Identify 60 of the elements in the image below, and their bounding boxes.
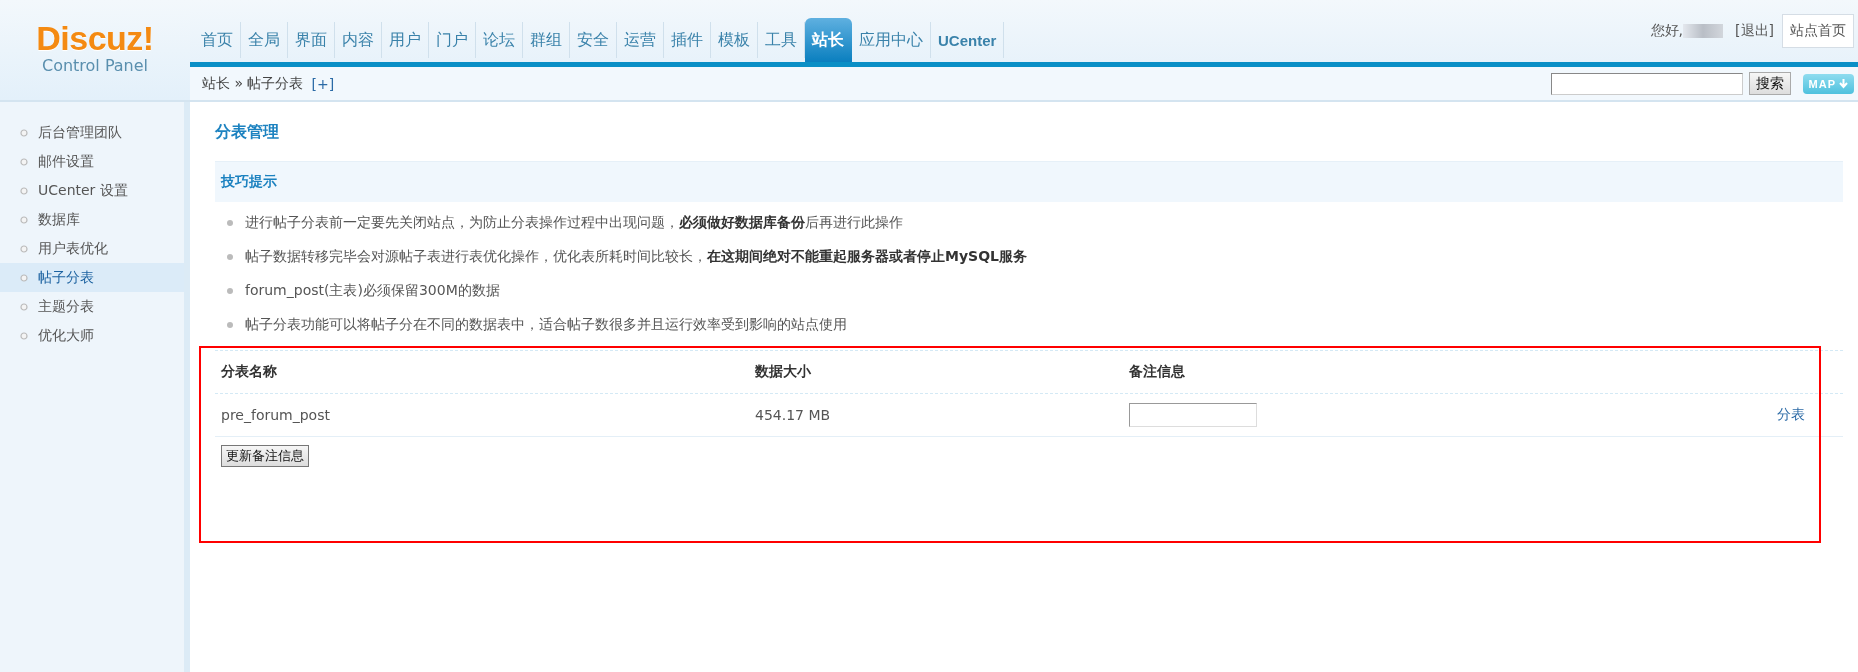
column-header: 分表名称 [221,363,278,381]
column-header: 备注信息 [1129,363,1186,381]
sidebar-item[interactable]: 帖子分表 [0,263,184,292]
update-notes-button[interactable]: 更新备注信息 [221,445,309,467]
sidebar-item[interactable]: 后台管理团队 [0,118,184,147]
table-cell-text: 454.17 MB [755,407,832,423]
nav-tab[interactable]: 模板 [711,22,758,58]
nav-tab[interactable]: 论坛 [476,22,523,58]
table-cell-text: pre_forum_post [221,407,331,423]
nav-tab[interactable]: 插件 [664,22,711,58]
page-title: 分表管理 [215,122,280,143]
breadcrumb: 站长 » 帖子分表 [202,74,304,93]
nav-tab[interactable]: 内容 [335,22,382,58]
circle-icon [20,273,28,282]
circle-icon [20,186,28,195]
logo-title: Discuz! [36,20,154,56]
blurred-username [1683,24,1724,38]
sidebar-item[interactable]: 主题分表 [0,292,184,321]
nav-tab[interactable]: 界面 [288,22,335,58]
tip-text: 帖子分表功能可以将帖子分在不同的数据表中，适合帖子数很多并且运行效率受到影响的站点使用 [245,316,847,334]
nav-tab[interactable]: UCenter [931,22,1005,58]
sidebar-item[interactable]: UCenter 设置 [0,176,184,205]
nav-tab[interactable]: 首页 [194,22,241,58]
circle-icon [20,128,28,137]
sidebar-item[interactable]: 优化大师 [0,321,184,350]
circle-icon [20,302,28,311]
site-home-button[interactable]: 站点首页 [1782,14,1854,48]
circle-icon [20,331,28,340]
nav-tab[interactable]: 站长 [805,18,852,62]
column-header: 数据大小 [755,363,812,381]
nav-tab[interactable]: 群组 [523,22,570,58]
note-field[interactable] [1129,403,1257,427]
search-field[interactable] [1550,72,1743,95]
nav-tab[interactable]: 用户 [382,22,429,58]
split-link[interactable]: 分表 [1777,406,1805,424]
nav-tab[interactable]: 安全 [570,22,617,58]
circle-icon [20,215,28,224]
search-button[interactable]: 搜索 [1748,72,1791,95]
tip-text: 帖子数据转移完毕会对源帖子表进行表优化操作，优化表所耗时间比较长，在这期间绝对不能重起服务器或者停止MySQL服务 [245,248,1027,266]
logo-subtitle: Control Panel [41,56,149,76]
nav-tab[interactable]: 全局 [241,22,288,58]
nav-tab[interactable]: 门户 [429,22,476,58]
greeting: 您好, [1650,22,1684,40]
circle-icon [20,157,28,166]
sidebar-item[interactable]: 数据库 [0,205,184,234]
bullet-icon [227,220,233,226]
tips-header: 技巧提示 [215,161,1843,202]
tip-text: 进行帖子分表前一定要先关闭站点，为防止分表操作过程中出现问题，必须做好数据库备份后再进行此操作 [245,214,903,232]
add-shortcut-link[interactable]: [+] [311,75,335,92]
tip-text: forum_post(主表)必须保留300M的数据 [245,282,500,300]
bullet-icon [227,322,233,328]
sidebar-item[interactable]: 邮件设置 [0,147,184,176]
bullet-icon [227,288,233,294]
logout-link[interactable]: [退出] [1735,22,1774,40]
down-arrow-icon [1839,78,1848,89]
sidebar-item[interactable]: 用户表优化 [0,234,184,263]
nav-tab[interactable]: 应用中心 [852,22,931,58]
circle-icon [20,244,28,253]
bullet-icon [227,254,233,260]
nav-tab[interactable]: 运营 [617,22,664,58]
